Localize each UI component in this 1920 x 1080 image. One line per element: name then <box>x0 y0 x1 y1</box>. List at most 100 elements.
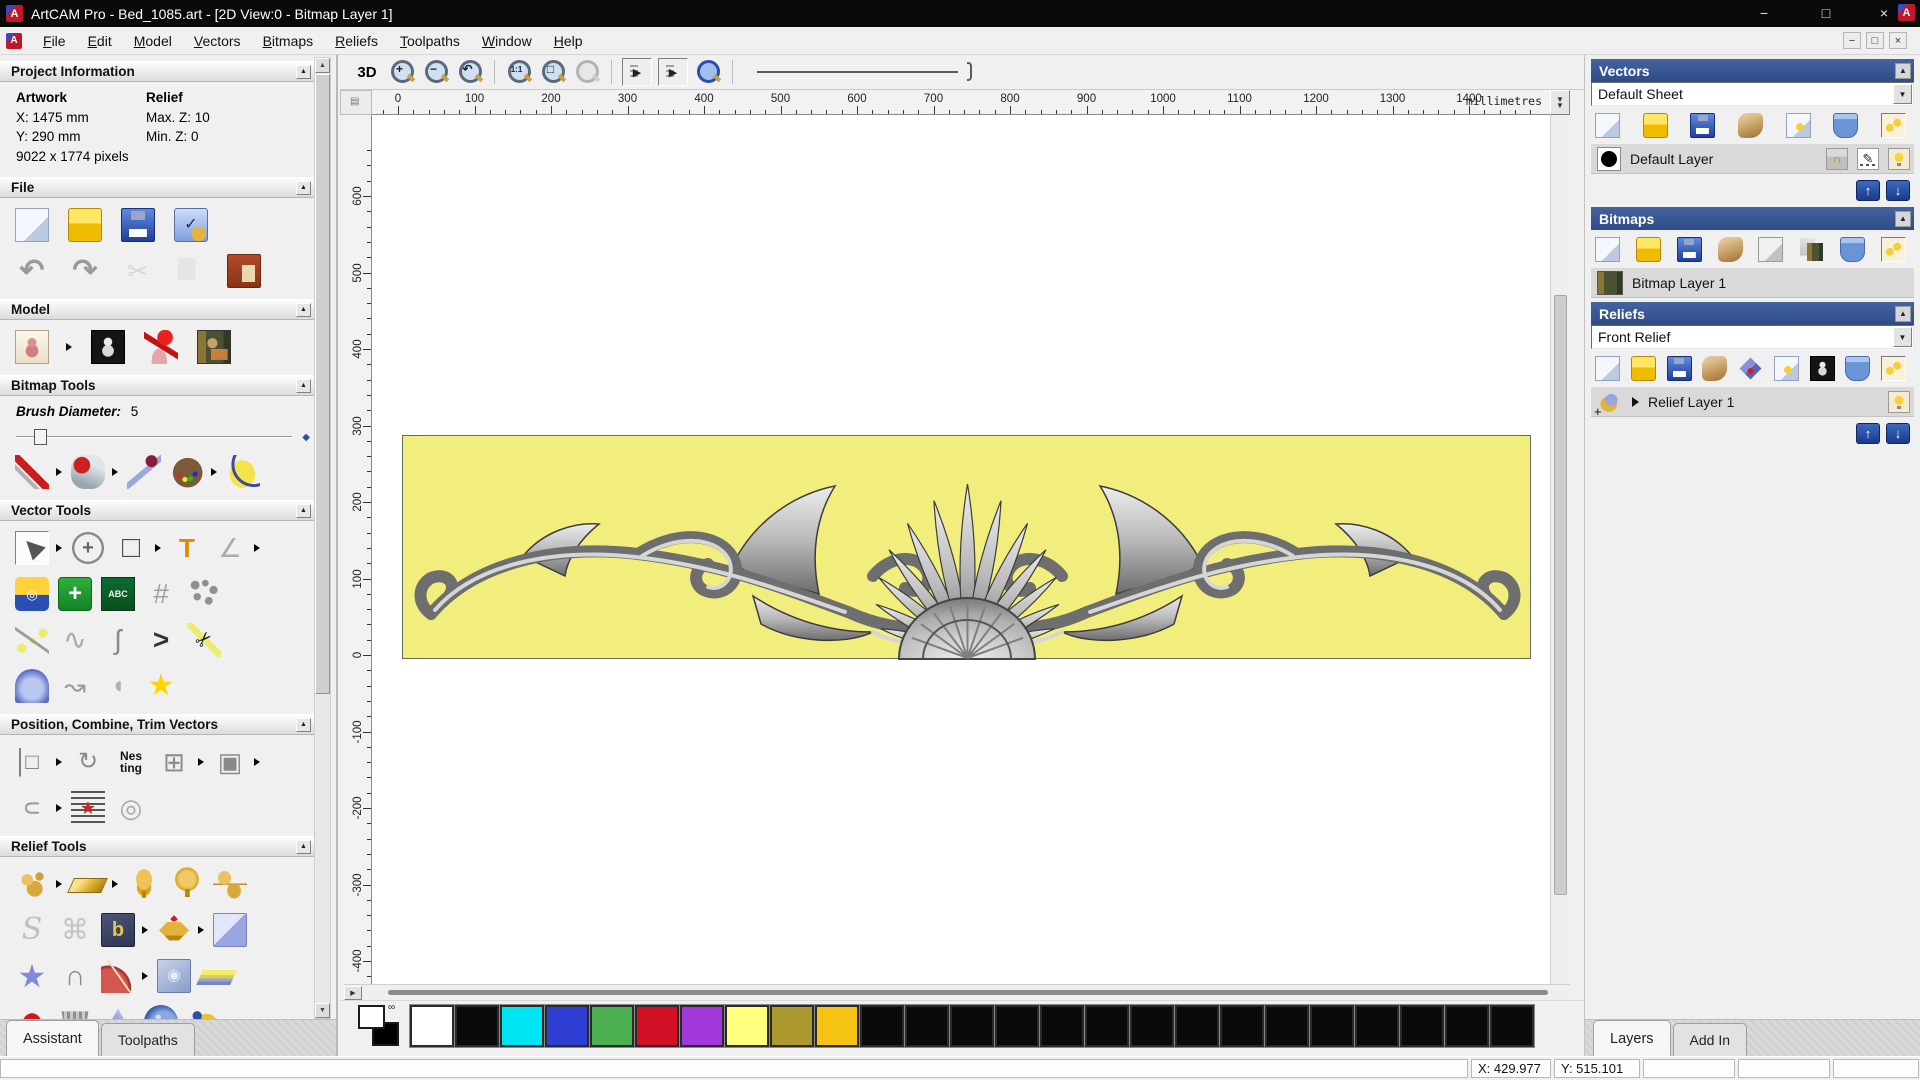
palette-swatch-20[interactable] <box>1309 1004 1355 1048</box>
transfer-relief-icon[interactable] <box>1739 357 1762 380</box>
new-bitmap-layer-icon[interactable] <box>1595 237 1620 262</box>
dome-cap-icon[interactable] <box>15 1005 49 1019</box>
paste-special-icon[interactable] <box>227 254 261 289</box>
scroll-left-button[interactable]: ▶ <box>344 986 362 1000</box>
primary-secondary-colour-widget[interactable]: ∞ <box>358 1002 404 1049</box>
create-text-icon[interactable]: T <box>170 531 204 565</box>
move-layer-up-button[interactable]: ↑ <box>1856 423 1880 444</box>
menu-help[interactable]: Help <box>543 29 594 53</box>
zoom-in-button[interactable]: + <box>388 58 416 86</box>
palette-swatch-1[interactable] <box>454 1004 500 1048</box>
left-panel-scrollbar[interactable]: ▲ ▼ <box>314 57 331 1019</box>
text-on-curve-icon[interactable]: ↻ <box>71 745 105 779</box>
copy-icon[interactable] <box>174 254 208 289</box>
shape-editor-flyout-arrow[interactable] <box>112 880 118 889</box>
scrollbar-thumb[interactable] <box>315 74 330 694</box>
mdi-restore-button[interactable]: □ <box>1866 32 1884 49</box>
relief-select[interactable]: Front Relief ▼ <box>1591 325 1914 349</box>
menu-vectors[interactable]: Vectors <box>183 29 252 53</box>
load-image-icon[interactable] <box>197 330 231 365</box>
collapse-button[interactable]: ▲ <box>296 717 311 732</box>
palette-swatch-22[interactable] <box>1399 1004 1445 1048</box>
menu-toolpaths[interactable]: Toolpaths <box>389 29 471 53</box>
scroll-up-button[interactable]: ▲ <box>315 58 330 73</box>
copy-bitmap-layer-icon[interactable] <box>1799 237 1825 262</box>
open-bitmap-layer-icon[interactable] <box>1635 237 1661 262</box>
zoom-1to1-button[interactable]: 1:1 <box>505 58 533 86</box>
fan-relief-flyout-arrow[interactable] <box>142 972 148 981</box>
collapse-button[interactable]: ▲ <box>296 180 311 195</box>
palette-swatch-0[interactable] <box>409 1004 455 1048</box>
collapse-button[interactable]: ▲ <box>1895 305 1911 322</box>
emboss-relief-icon[interactable]: ◉ <box>157 959 191 994</box>
collapse-button[interactable]: ▲ <box>1895 62 1911 79</box>
redo-icon[interactable]: ↷ <box>68 254 102 288</box>
create-arc-icon[interactable]: > <box>144 623 178 657</box>
merge-bitmap-layers-icon[interactable] <box>1717 237 1743 262</box>
layer-visibility-button[interactable] <box>1888 147 1910 170</box>
weld-vectors-flyout-arrow[interactable] <box>254 758 260 767</box>
palette-swatch-15[interactable] <box>1084 1004 1130 1048</box>
palette-swatch-21[interactable] <box>1354 1004 1400 1048</box>
palette-swatch-5[interactable] <box>634 1004 680 1048</box>
blend-curves-icon[interactable]: ↝ <box>58 669 92 703</box>
spin-relief-icon[interactable] <box>127 867 161 902</box>
menu-edit[interactable]: Edit <box>77 29 123 53</box>
block-align-flyout-arrow[interactable] <box>56 758 62 767</box>
palette-swatch-6[interactable] <box>679 1004 725 1048</box>
menu-file[interactable]: File <box>32 29 77 53</box>
mdi-close-button[interactable]: × <box>1889 32 1907 49</box>
move-layer-up-button[interactable]: ↑ <box>1856 180 1880 201</box>
fit-curve-icon[interactable]: ʃ <box>101 623 135 657</box>
canvas-vertical-scrollbar[interactable] <box>1550 115 1570 984</box>
palette-swatch-4[interactable] <box>589 1004 635 1048</box>
collapse-button[interactable]: ▲ <box>296 378 311 393</box>
set-model-size-flyout-arrow[interactable] <box>66 343 72 352</box>
expand-layer-arrow[interactable] <box>1632 396 1639 407</box>
align-objects-icon[interactable]: ⊞ <box>157 745 191 779</box>
menu-reliefs[interactable]: Reliefs <box>324 29 389 53</box>
palette-swatch-8[interactable] <box>769 1004 815 1048</box>
open-vector-layer-icon[interactable] <box>1642 113 1668 138</box>
flood-fill-flyout-arrow[interactable] <box>112 468 118 477</box>
join-vectors-flyout-arrow[interactable] <box>56 804 62 813</box>
two-rail-sweep-icon[interactable] <box>213 867 247 902</box>
chevron-down-icon[interactable]: ▼ <box>1893 84 1912 104</box>
collapse-button[interactable]: ▲ <box>1895 210 1911 227</box>
open-model-icon[interactable] <box>68 208 102 243</box>
ruler-options-button[interactable]: ▼ ▼ <box>1550 90 1570 115</box>
collapse-button[interactable]: ▲ <box>296 839 311 854</box>
merge-relief-layers-icon[interactable] <box>1702 356 1728 381</box>
envelope-distortion-icon[interactable]: # <box>144 577 178 611</box>
tab-add-in[interactable]: Add In <box>1672 1023 1748 1056</box>
scroll-down-button[interactable]: ▼ <box>315 1003 330 1018</box>
wrap-relief-icon[interactable] <box>213 913 247 948</box>
star-relief-icon[interactable]: ★ <box>15 959 49 993</box>
palette-swatch-23[interactable] <box>1444 1004 1490 1048</box>
slice-vectors-icon[interactable]: ✂ <box>187 623 221 658</box>
texture-relief-icon[interactable] <box>144 1005 178 1019</box>
primary-colour[interactable] <box>358 1005 385 1029</box>
edit-palette-flyout-arrow[interactable] <box>211 468 217 477</box>
relief-from-image-flyout-arrow[interactable] <box>142 926 148 935</box>
node-editing-icon[interactable] <box>15 623 49 658</box>
palette-swatch-24[interactable] <box>1489 1004 1535 1048</box>
bitmap-layer-row[interactable]: Bitmap Layer 1 <box>1591 268 1914 298</box>
toggle-layer-bulb-icon[interactable] <box>1785 113 1811 138</box>
palette-swatch-7[interactable] <box>724 1004 770 1048</box>
brush-diameter-slider[interactable]: ◆ <box>16 429 310 446</box>
set-model-size-icon[interactable] <box>15 330 49 365</box>
select-vectors-flyout-arrow[interactable] <box>56 544 62 553</box>
collapse-button[interactable]: ▲ <box>296 64 311 79</box>
zoom-fit-button[interactable]: □ <box>539 58 567 86</box>
mdi-minimize-button[interactable]: − <box>1843 32 1861 49</box>
undo-icon[interactable]: ↶ <box>15 254 49 288</box>
spiral-icon[interactable]: ◎ <box>114 791 148 825</box>
contrast-slider[interactable] <box>757 58 972 86</box>
layer-visibility-button[interactable] <box>1888 390 1910 413</box>
maximize-button[interactable]: □ <box>1814 3 1838 23</box>
close-button[interactable]: × <box>1872 3 1896 23</box>
palette-swatch-18[interactable] <box>1219 1004 1265 1048</box>
texture-basket-icon[interactable] <box>61 1011 89 1019</box>
align-objects-flyout-arrow[interactable] <box>198 758 204 767</box>
